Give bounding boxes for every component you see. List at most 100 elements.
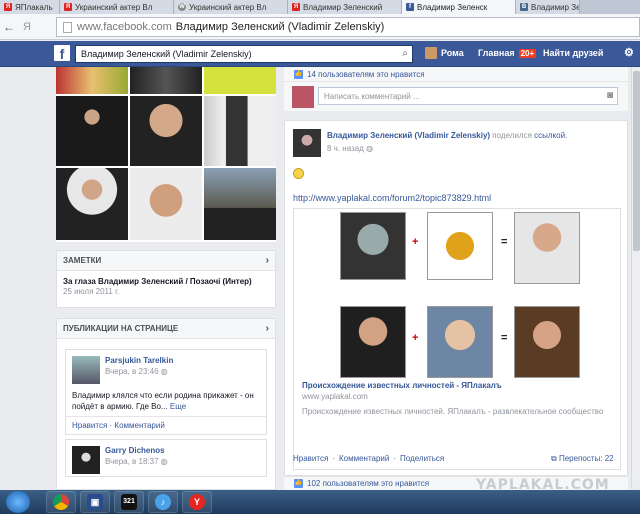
photo-thumbnail[interactable]: [204, 96, 276, 166]
reposts-count[interactable]: ⧉ Перепосты: 22: [551, 454, 614, 464]
post-time[interactable]: Вчера, в 23:46 ◍: [105, 367, 173, 376]
photo-thumbnail[interactable]: [204, 67, 276, 94]
browser-tab-3[interactable]: W Украинский актер Вл: [174, 0, 288, 14]
equals-icon: =: [501, 332, 508, 344]
plus-icon: +: [412, 236, 419, 248]
thumbs-up-icon: 👍: [294, 69, 303, 79]
find-friends-link[interactable]: Найти друзей: [543, 48, 603, 58]
list-item: Garry Dichenos Вчера, в 18:37 ◍: [65, 439, 267, 477]
smile-emoji-icon: [293, 168, 304, 179]
yandex-logo-icon[interactable]: Я: [18, 21, 36, 33]
browser-tab-6[interactable]: В Владимир Зе: [516, 0, 580, 14]
photo-thumbnail[interactable]: [130, 96, 202, 166]
notification-badge: 20+: [518, 48, 537, 58]
post-time-text: 8 ч. назад: [327, 144, 364, 153]
repost-icon: ⧉: [551, 454, 557, 463]
photo-thumbnail[interactable]: [56, 168, 128, 240]
user-name: Рома: [441, 48, 464, 58]
scrollbar-thumb[interactable]: [633, 71, 640, 251]
note-title[interactable]: За глаза Владимир Зеленский / Позаочі (И…: [57, 271, 275, 286]
tab-label: Украинский актер Вл: [189, 2, 267, 12]
page-icon: [63, 21, 72, 33]
publications-header[interactable]: ПУБЛИКАЦИИ НА СТРАНИЦЕ ›: [57, 319, 275, 339]
yaplakal-icon: Я: [4, 3, 12, 11]
tab-label: Украинский актер Вл: [75, 2, 153, 12]
photo-thumbnail[interactable]: [56, 96, 128, 166]
account-menu-icon[interactable]: ⚙: [624, 46, 634, 59]
post-time-text: Вчера, в 23:46: [105, 367, 159, 376]
facebook-logo-icon[interactable]: f: [54, 45, 70, 62]
like-link[interactable]: Нравится: [72, 421, 107, 430]
chevron-right-icon[interactable]: ›: [266, 323, 269, 334]
taskbar-chrome[interactable]: [46, 491, 76, 513]
link-preview[interactable]: + = + = Происхождение известных личносте…: [293, 208, 621, 470]
notes-header[interactable]: ЗАМЕТКИ ›: [57, 251, 275, 271]
notes-box: ЗАМЕТКИ › За глаза Владимир Зеленский / …: [56, 250, 276, 308]
avatar[interactable]: [293, 129, 321, 157]
vertical-scrollbar[interactable]: [631, 67, 640, 487]
facebook-icon: f: [406, 3, 414, 11]
taskbar-itunes[interactable]: ♪: [148, 491, 178, 513]
globe-icon: ◍: [366, 144, 374, 153]
preview-title[interactable]: Происхождение известных личностей - ЯПла…: [302, 381, 502, 390]
preview-domain: www.yaplakal.com: [302, 392, 368, 401]
find-friends-label: Найти друзей: [543, 48, 604, 58]
back-arrow-icon[interactable]: ←: [0, 20, 18, 34]
comment-link[interactable]: Комментарий: [114, 421, 164, 430]
preview-description: Происхождение известных личностей. ЯПлак…: [302, 407, 604, 416]
comment-link[interactable]: Комментарий: [339, 454, 389, 463]
browser-tab-2[interactable]: Я Украинский актер Вл: [60, 0, 174, 14]
taskbar-media-player[interactable]: 321: [114, 491, 144, 513]
photo-thumbnail[interactable]: [130, 67, 202, 94]
home-link[interactable]: Главная 20+: [478, 48, 537, 58]
link-word[interactable]: ссылкой.: [534, 131, 567, 140]
windows-start-icon[interactable]: [6, 491, 30, 513]
taskbar-yandex[interactable]: Y: [182, 491, 212, 513]
search-input[interactable]: Владимир Зеленский (Vladimir Zelenskiy) …: [75, 45, 413, 63]
notes-header-label: ЗАМЕТКИ: [63, 256, 102, 265]
post-header-text: Владимир Зеленский (Vladimir Zelenskiy) …: [327, 131, 567, 140]
preview-image-alien: [340, 212, 406, 280]
post-author[interactable]: Parsjukin Tarelkin: [105, 356, 173, 365]
equals-icon: =: [501, 236, 508, 248]
photo-thumbnail[interactable]: [204, 168, 276, 240]
preview-image-man: [514, 212, 580, 284]
avatar[interactable]: [72, 446, 100, 474]
windows-taskbar: ▣ 321 ♪ Y: [0, 490, 640, 514]
likes-summary[interactable]: 👍 14 пользователям это нравится: [284, 67, 628, 81]
photo-thumbnail[interactable]: [56, 67, 128, 94]
shared-link-post: Владимир Зеленский (Vladimir Zelenskiy) …: [284, 120, 628, 476]
like-link[interactable]: Нравится: [293, 454, 328, 463]
browser-tab-strip: Я ЯПлакаль Я Украинский актер Вл W Украи…: [0, 0, 640, 14]
globe-icon: ◍: [160, 367, 168, 376]
shared-url[interactable]: http://www.yaplakal.com/forum2/topic8738…: [293, 193, 491, 203]
post-text: Владимир клялся что если родина прикажет…: [66, 390, 266, 416]
home-label: Главная: [478, 48, 515, 58]
search-icon[interactable]: ⌕: [402, 48, 408, 59]
chevron-right-icon[interactable]: ›: [266, 255, 269, 266]
camera-icon[interactable]: ◙: [607, 90, 613, 101]
post-time[interactable]: 8 ч. назад ◍: [327, 144, 373, 153]
post-author[interactable]: Владимир Зеленский (Vladimir Zelenskiy): [327, 131, 490, 140]
share-link[interactable]: Поделиться: [400, 454, 444, 463]
taskbar-save[interactable]: ▣: [80, 491, 110, 513]
see-more-link[interactable]: Еще: [170, 402, 186, 411]
profile-link[interactable]: Рома: [425, 47, 464, 59]
post-author[interactable]: Garry Dichenos: [105, 446, 168, 455]
comment-placeholder: Написать комментарий ...: [324, 91, 420, 101]
comment-input[interactable]: Написать комментарий ... ◙: [318, 87, 618, 105]
post-time[interactable]: Вчера, в 18:37 ◍: [105, 457, 168, 466]
chrome-icon: [53, 494, 69, 510]
avatar[interactable]: [72, 356, 100, 384]
avatar: [292, 86, 314, 108]
url-input[interactable]: www.facebook.com Владимир Зеленский (Vla…: [56, 17, 640, 37]
list-item: Parsjukin Tarelkin Вчера, в 23:46 ◍ Влад…: [65, 349, 267, 435]
address-bar-row: ← Я www.facebook.com Владимир Зеленский …: [0, 14, 640, 40]
browser-tab-5[interactable]: f Владимир Зеленск: [402, 0, 516, 14]
post-header: Parsjukin Tarelkin Вчера, в 23:46 ◍: [66, 350, 266, 390]
photo-thumbnail[interactable]: [130, 168, 202, 240]
browser-tab-4[interactable]: Я Владимир Зеленский: [288, 0, 402, 14]
browser-tab-1[interactable]: Я ЯПлакаль: [0, 0, 60, 14]
url-title: Владимир Зеленский (Vladimir Zelenskiy): [175, 21, 385, 33]
post-body: Владимир клялся что если родина прикажет…: [72, 391, 254, 411]
